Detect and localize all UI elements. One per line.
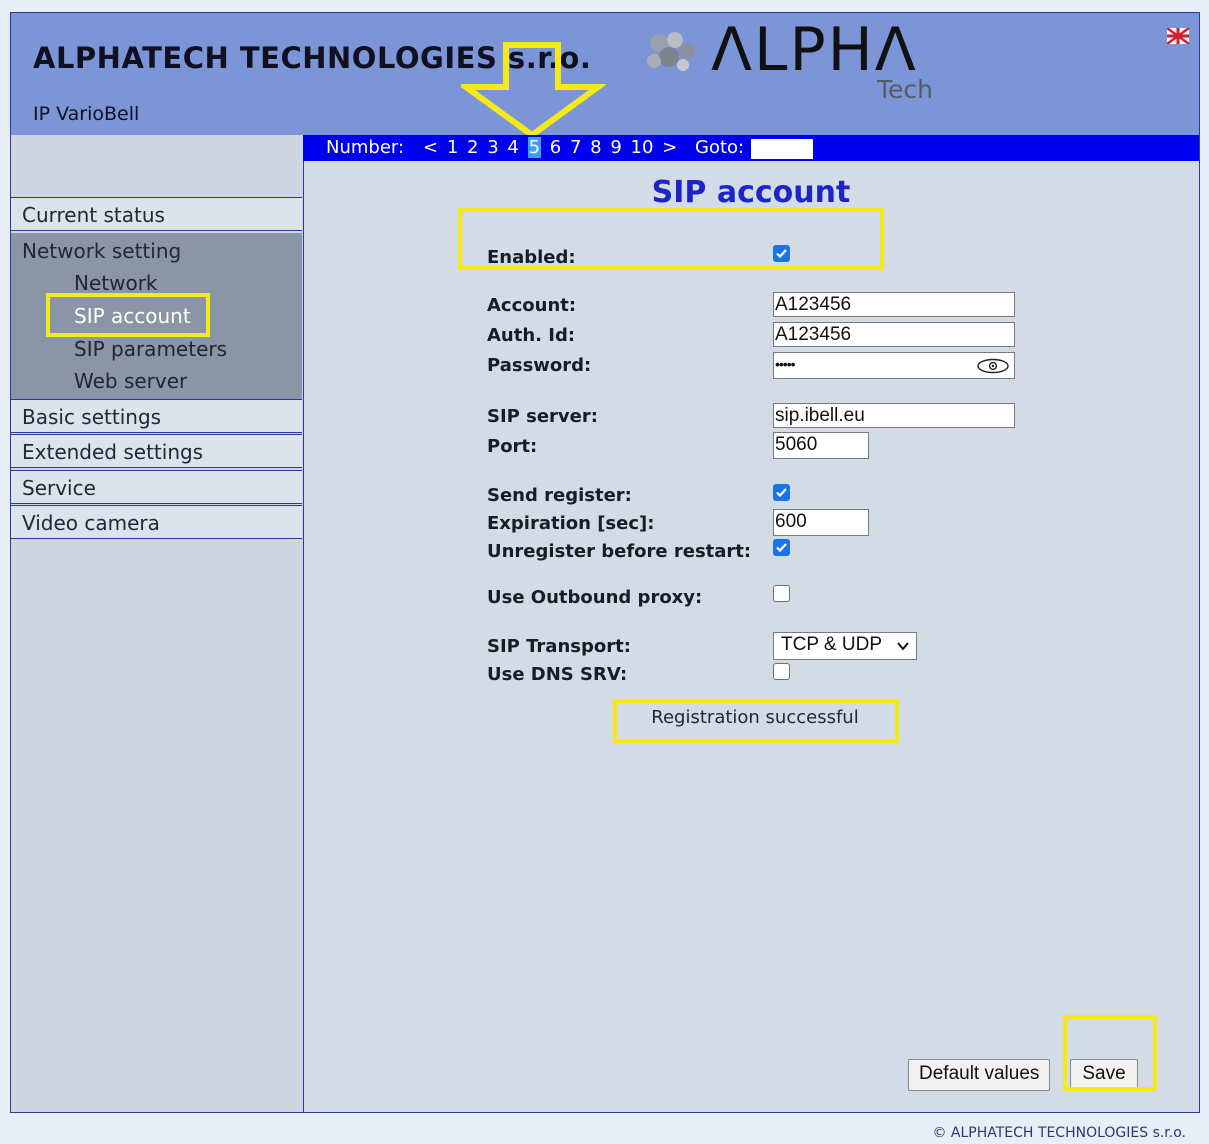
highlight-box-save [1063,1015,1157,1091]
account-input[interactable]: A123456 [773,292,1015,317]
unregister-label: Unregister before restart: [487,541,752,562]
page-link-3[interactable]: 3 [487,137,498,158]
page-link-7[interactable]: 7 [570,137,581,158]
sidebar-item-current-status[interactable]: Current status [11,197,302,231]
sip-server-input[interactable]: sip.ibell.eu [773,403,1015,428]
highlight-box-sip-account [46,293,210,337]
port-label: Port: [487,436,538,457]
page-number-bar: Number: < 1 2 3 4 5 6 7 8 9 10 > Goto: [303,135,1199,161]
page-next-link[interactable]: > [662,137,677,158]
sidebar: Current status Network setting Network S… [11,135,304,1112]
uk-flag-icon[interactable] [1167,28,1189,44]
highlight-arrow-icon [461,42,606,139]
highlight-box-status [613,699,899,743]
page-link-5-selected[interactable]: 5 [527,137,542,158]
port-input[interactable]: 5060 [773,432,869,459]
page-prev-link[interactable]: < [423,137,438,158]
password-label: Password: [487,355,592,376]
password-input[interactable]: ••••• [773,352,1015,379]
sip-server-label: SIP server: [487,406,598,427]
unregister-checkbox[interactable] [773,539,790,556]
sidebar-item-service[interactable]: Service [11,470,302,504]
sip-transport-label: SIP Transport: [487,636,631,657]
page-link-6[interactable]: 6 [550,137,561,158]
sip-transport-value: TCP & UDP [781,634,883,655]
sidebar-item-basic-settings[interactable]: Basic settings [11,399,302,433]
number-label: Number: [326,137,405,158]
page-title: SIP account [651,175,851,210]
page-link-9[interactable]: 9 [610,137,621,158]
password-value: ••••• [775,356,795,372]
account-label: Account: [487,295,577,316]
send-register-label: Send register: [487,485,632,506]
page-link-10[interactable]: 10 [631,137,654,158]
eye-icon[interactable] [977,358,1009,374]
main-content: Number: < 1 2 3 4 5 6 7 8 9 10 > Goto: S… [303,135,1199,1112]
outbound-proxy-checkbox[interactable] [773,585,790,602]
header: ALPHATECH TECHNOLOGIES s.r.o. IP VarioBe… [11,13,1199,139]
page-numbers: < 1 2 3 4 5 6 7 8 9 10 > [423,137,680,158]
send-register-checkbox[interactable] [773,484,790,501]
sidebar-item-video-camera[interactable]: Video camera [11,505,302,539]
dns-srv-label: Use DNS SRV: [487,664,628,685]
auth-id-input[interactable]: A123456 [773,322,1015,347]
sip-transport-select[interactable]: TCP & UDP [773,632,917,660]
goto-input[interactable] [751,139,813,159]
sidebar-subitem-web-server[interactable]: Web server [74,369,187,393]
sidebar-item-extended-settings[interactable]: Extended settings [11,434,302,468]
sidebar-subitem-network[interactable]: Network [74,271,158,295]
highlight-box-enabled [458,208,884,270]
sidebar-subitem-sip-parameters[interactable]: SIP parameters [74,337,227,361]
expiration-label: Expiration [sec]: [487,513,655,534]
outbound-proxy-label: Use Outbound proxy: [487,587,703,608]
goto-label: Goto: [695,137,745,158]
dns-srv-checkbox[interactable] [773,663,790,680]
auth-id-label: Auth. Id: [487,325,576,346]
product-name: IP VarioBell [33,103,140,125]
page-frame: ALPHATECH TECHNOLOGIES s.r.o. IP VarioBe… [10,12,1200,1113]
page-link-2[interactable]: 2 [467,137,478,158]
page-link-1[interactable]: 1 [447,137,458,158]
default-values-button[interactable]: Default values [908,1059,1051,1091]
sidebar-group-network: Network setting Network SIP account SIP … [11,233,302,399]
logo-sub: Tech [877,75,933,104]
sidebar-item-network-setting[interactable]: Network setting [22,239,181,263]
page-link-4[interactable]: 4 [507,137,518,158]
page-link-8[interactable]: 8 [590,137,601,158]
chevron-down-icon [897,642,909,651]
expiration-input[interactable]: 600 [773,509,869,536]
footer-copyright: © ALPHATECH TECHNOLOGIES s.r.o. [932,1125,1186,1141]
logo-bubbles-icon [647,32,695,71]
